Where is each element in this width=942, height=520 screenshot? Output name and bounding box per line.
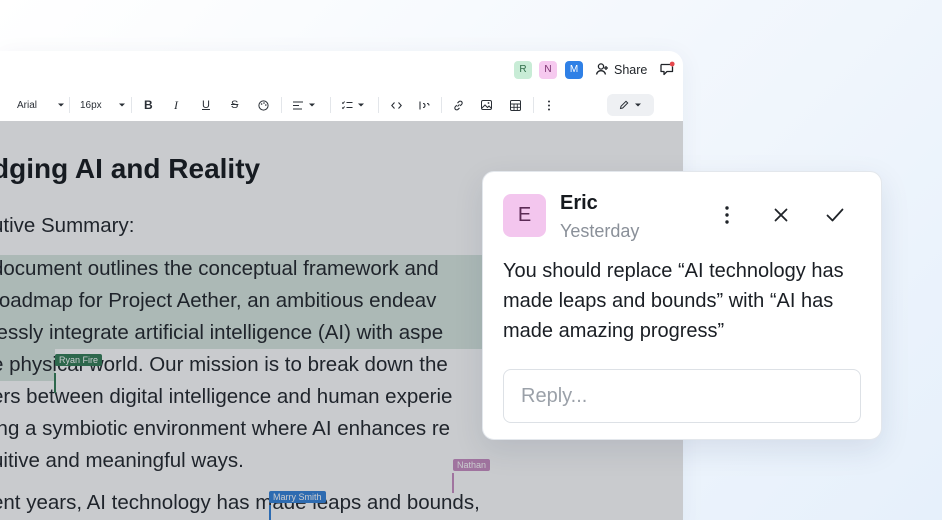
editing-mode-button[interactable] <box>607 94 654 116</box>
chevron-down-icon <box>358 103 364 107</box>
more-options-icon[interactable] <box>547 89 551 121</box>
check-icon[interactable] <box>824 204 846 226</box>
image-icon[interactable] <box>481 89 492 121</box>
collaborator-avatar-m[interactable]: M <box>565 61 583 79</box>
chevron-down-icon <box>118 103 125 107</box>
more-options-icon[interactable] <box>716 204 738 226</box>
collaborator-avatar-r[interactable]: R <box>514 61 532 79</box>
avatar: E <box>503 194 546 237</box>
link-icon[interactable] <box>453 89 464 121</box>
strikethrough-icon[interactable]: S <box>231 89 238 121</box>
font-family-select[interactable]: Arial <box>17 89 65 121</box>
collaborator-avatar-n[interactable]: N <box>539 61 557 79</box>
formatting-toolbar: Arial 16px B I U S <box>0 89 683 121</box>
code-icon[interactable] <box>391 89 402 121</box>
share-button[interactable]: Share <box>595 61 647 79</box>
reply-input[interactable] <box>503 369 861 423</box>
chevron-down-icon <box>635 103 641 107</box>
comment-author: Eric <box>560 192 598 214</box>
chevron-down-icon <box>309 103 315 107</box>
italic-icon[interactable]: I <box>174 89 178 121</box>
underline-icon[interactable]: U <box>202 89 210 121</box>
align-left-icon[interactable] <box>293 89 316 121</box>
table-icon[interactable] <box>510 89 521 121</box>
share-label: Share <box>614 63 648 77</box>
chevron-down-icon <box>58 103 65 107</box>
pencil-icon <box>619 100 629 110</box>
quote-icon[interactable] <box>419 89 430 121</box>
comment-text: You should replace “AI technology has ma… <box>503 260 844 342</box>
palette-icon[interactable] <box>258 89 269 121</box>
font-family-value: Arial <box>17 99 38 111</box>
bold-icon[interactable]: B <box>144 89 153 121</box>
add-user-icon <box>595 62 609 79</box>
comment-card: E Eric Yesterday You should replace “AI … <box>482 171 882 440</box>
comment-timestamp: Yesterday <box>560 221 640 241</box>
font-size-select[interactable]: 16px <box>80 89 126 121</box>
font-size-value: 16px <box>80 99 102 111</box>
checklist-icon[interactable] <box>342 89 365 121</box>
comments-icon[interactable] <box>659 61 675 77</box>
editor-topbar: R N M Share <box>0 51 683 89</box>
close-icon[interactable] <box>770 204 792 226</box>
